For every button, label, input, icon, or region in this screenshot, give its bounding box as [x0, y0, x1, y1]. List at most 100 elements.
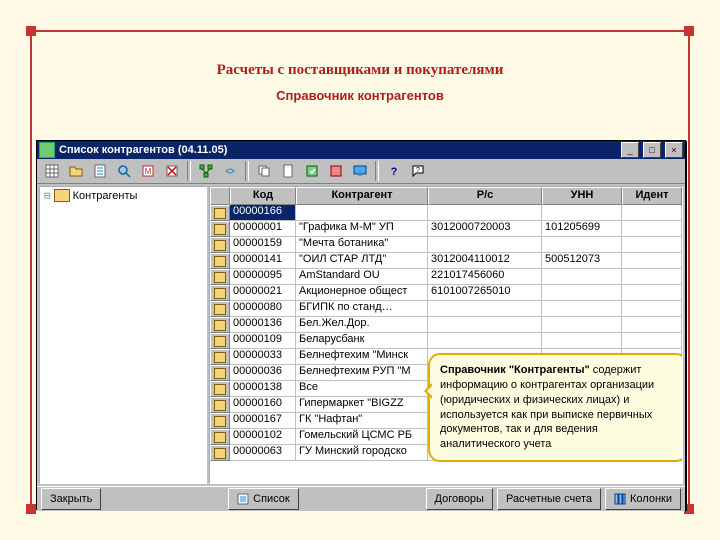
columns-icon [614, 493, 626, 505]
folder-icon [214, 352, 226, 363]
cell-code: 00000095 [230, 269, 296, 285]
folder-icon [214, 272, 226, 283]
callout-title: Справочник "Контрагенты" [440, 364, 590, 376]
folder-icon [214, 416, 226, 427]
tb-search-icon[interactable] [113, 160, 135, 182]
tb-page-icon[interactable] [277, 160, 299, 182]
cell-unn: 101205699 [542, 221, 622, 237]
callout-text: содержит информацию о контрагентах орган… [440, 364, 654, 450]
folder-icon [214, 288, 226, 299]
table-row[interactable]: 00000095AmStandard OU221017456060 [210, 269, 682, 285]
cell-extra [622, 317, 682, 333]
row-icon-cell [210, 285, 230, 301]
svg-text:?: ? [391, 166, 398, 178]
data-grid[interactable]: Код Контрагент Р/с УНН Идент 00000166000… [209, 186, 683, 484]
cell-code: 00000109 [230, 333, 296, 349]
tb-ledger-icon[interactable] [325, 160, 347, 182]
contracts-button[interactable]: Договоры [426, 488, 493, 510]
row-icon-cell [210, 413, 230, 429]
cell-code: 00000136 [230, 317, 296, 333]
minimize-button[interactable]: _ [621, 142, 639, 158]
cell-name: AmStandard OU [296, 269, 428, 285]
tree-root-label: Контрагенты [73, 190, 138, 202]
row-icon-cell [210, 301, 230, 317]
cell-rs [428, 333, 542, 349]
col-name[interactable]: Контрагент [296, 187, 428, 205]
cell-code: 00000063 [230, 445, 296, 461]
table-row[interactable]: 00000166 [210, 205, 682, 221]
col-extra[interactable]: Идент [622, 187, 682, 205]
cell-unn [542, 205, 622, 221]
tb-folder-icon[interactable] [65, 160, 87, 182]
folder-icon [214, 432, 226, 443]
row-icon-cell [210, 269, 230, 285]
col-code[interactable]: Код [230, 187, 296, 205]
accounts-button[interactable]: Расчетные счета [497, 488, 601, 510]
tb-link-icon[interactable] [219, 160, 241, 182]
columns-button[interactable]: Колонки [605, 488, 681, 510]
row-icon-cell [210, 221, 230, 237]
cell-code: 00000167 [230, 413, 296, 429]
toolbar: M ? ? [37, 159, 685, 184]
cell-code: 00000036 [230, 365, 296, 381]
tb-screen-icon[interactable] [349, 160, 371, 182]
tb-grid-icon[interactable] [41, 160, 63, 182]
cell-extra [622, 253, 682, 269]
tb-whatsthis-icon[interactable]: ? [407, 160, 429, 182]
cell-name: Белнефтехим "Минск [296, 349, 428, 365]
folder-icon [214, 384, 226, 395]
table-row[interactable]: 00000109Беларусбанк [210, 333, 682, 349]
cell-rs [428, 317, 542, 333]
cell-code: 00000033 [230, 349, 296, 365]
tb-help-icon[interactable]: ? [383, 160, 405, 182]
cell-code: 00000159 [230, 237, 296, 253]
cell-rs [428, 205, 542, 221]
app-icon [39, 142, 55, 158]
cell-extra [622, 269, 682, 285]
table-row[interactable]: 00000001"Графика М-М" УП3012000720003101… [210, 221, 682, 237]
list-button[interactable]: Список [228, 488, 299, 510]
table-row[interactable]: 00000159"Мечта ботаника" [210, 237, 682, 253]
cell-extra [622, 301, 682, 317]
tb-filter-icon[interactable]: M [137, 160, 159, 182]
table-row[interactable]: 00000136Бел.Жел.Дор. [210, 317, 682, 333]
cell-rs [428, 301, 542, 317]
grid-header: Код Контрагент Р/с УНН Идент [210, 187, 682, 205]
tb-tree-icon[interactable] [195, 160, 217, 182]
cell-name: Гипермаркет "BIGZZ [296, 397, 428, 413]
cell-rs: 221017456060 [428, 269, 542, 285]
cell-unn [542, 301, 622, 317]
row-icon-cell [210, 237, 230, 253]
cell-extra [622, 285, 682, 301]
folder-icon [214, 400, 226, 411]
tree-root[interactable]: ⊟ Контрагенты [40, 187, 206, 204]
table-row[interactable]: 00000141"ОИЛ СТАР ЛТД"301200411001250051… [210, 253, 682, 269]
maximize-button[interactable]: □ [643, 142, 661, 158]
row-icon-cell [210, 349, 230, 365]
table-row[interactable]: 00000080БГИПК по станд… [210, 301, 682, 317]
tb-copy-icon[interactable] [253, 160, 275, 182]
row-icon-cell [210, 205, 230, 221]
col-unn[interactable]: УНН [542, 187, 622, 205]
row-icon-cell [210, 397, 230, 413]
cell-name: "Мечта ботаника" [296, 237, 428, 253]
cell-name: Акционерное общест [296, 285, 428, 301]
cell-code: 00000021 [230, 285, 296, 301]
close-window-button[interactable]: × [665, 142, 683, 158]
cell-name [296, 205, 428, 221]
col-rs[interactable]: Р/с [428, 187, 542, 205]
folder-icon [214, 448, 226, 459]
table-row[interactable]: 00000021Акционерное общест6101007265010 [210, 285, 682, 301]
tb-doc-icon[interactable] [89, 160, 111, 182]
cell-unn [542, 237, 622, 253]
page-subtitle: Справочник контрагентов [0, 88, 720, 103]
cell-code: 00000160 [230, 397, 296, 413]
cell-name: Бел.Жел.Дор. [296, 317, 428, 333]
cell-unn [542, 285, 622, 301]
cell-extra [622, 205, 682, 221]
tb-export-icon[interactable] [301, 160, 323, 182]
tb-delete-icon[interactable] [161, 160, 183, 182]
close-button[interactable]: Закрыть [41, 488, 101, 510]
app-window: Список контрагентов (04.11.05) _ □ × M ?… [36, 140, 686, 510]
cell-rs: 3012000720003 [428, 221, 542, 237]
